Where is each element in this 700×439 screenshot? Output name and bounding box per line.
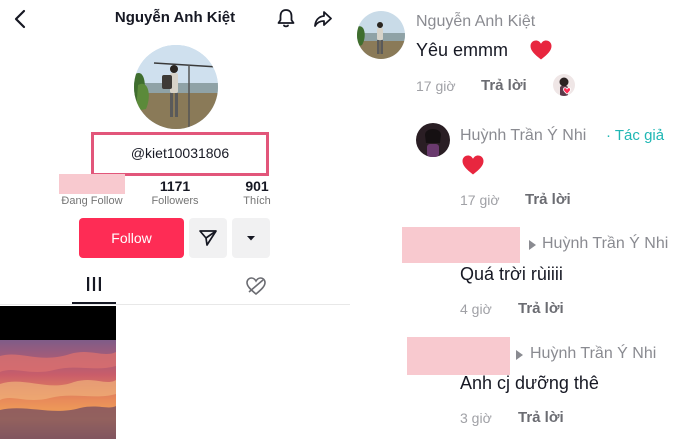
video-thumbnail[interactable]	[0, 306, 116, 439]
creator-liked-avatar	[553, 74, 575, 96]
profile-panel: Nguyễn Anh Kiệt @kiet10031806 Đang Follo…	[0, 0, 350, 439]
redacted-avatar-and-name	[407, 337, 510, 375]
reply-to-name[interactable]: Huỳnh Trần Ý Nhi	[542, 235, 668, 253]
followers-label[interactable]: Followers	[142, 195, 208, 207]
comment-text: Anh cj dưỡng thê	[460, 373, 599, 393]
grid-icon	[87, 277, 101, 291]
liked-heart-icon[interactable]	[244, 275, 268, 297]
reply-button[interactable]: Trả lời	[525, 191, 571, 208]
reply-arrow-icon	[516, 350, 523, 360]
share-icon[interactable]	[312, 8, 334, 30]
likes-count: 901	[245, 178, 269, 194]
profile-title: Nguyễn Anh Kiệt	[114, 9, 236, 26]
reply-to-name[interactable]: Huỳnh Trần Ý Nhi	[530, 345, 656, 363]
redacted-avatar-and-name	[402, 227, 520, 263]
send-icon	[199, 230, 217, 246]
comment-time: 3 giờ	[460, 410, 492, 426]
reply-button[interactable]: Trả lời	[518, 300, 564, 317]
tabs-divider	[0, 304, 350, 305]
comment-avatar[interactable]	[416, 123, 450, 157]
author-tag: · Tác giả	[606, 127, 665, 144]
comment-avatar[interactable]	[357, 11, 405, 59]
profile-avatar	[134, 45, 218, 129]
following-count-redaction	[59, 174, 125, 194]
comment-time: 17 giờ	[416, 78, 456, 94]
tab-videos[interactable]	[72, 276, 116, 302]
heart-emoji-icon	[530, 40, 552, 60]
comment-text: Yêu emmm	[416, 40, 509, 60]
comment-time: 4 giờ	[460, 301, 492, 317]
send-message-button[interactable]	[189, 218, 227, 258]
following-label[interactable]: Đang Follow	[52, 195, 132, 207]
follow-button[interactable]: Follow	[79, 218, 184, 258]
comment-text: Quá trời rùiiii	[460, 264, 563, 284]
followers-count: 1171	[159, 178, 191, 194]
reply-button[interactable]: Trả lời	[518, 409, 564, 426]
reply-arrow-icon	[529, 240, 536, 250]
bell-icon[interactable]	[275, 7, 297, 29]
likes-label: Thích	[243, 195, 271, 207]
profile-handle: @kiet10031806	[130, 145, 230, 161]
more-options-button[interactable]	[232, 218, 270, 258]
heart-emoji-icon	[462, 155, 484, 175]
back-arrow-icon[interactable]	[12, 9, 30, 29]
reply-button[interactable]: Trả lời	[481, 77, 527, 94]
comment-author[interactable]: Huỳnh Trần Ý Nhi	[460, 127, 586, 145]
comment-author[interactable]: Nguyễn Anh Kiệt	[416, 13, 535, 31]
caret-down-icon	[247, 236, 255, 241]
comment-time: 17 giờ	[460, 192, 500, 208]
